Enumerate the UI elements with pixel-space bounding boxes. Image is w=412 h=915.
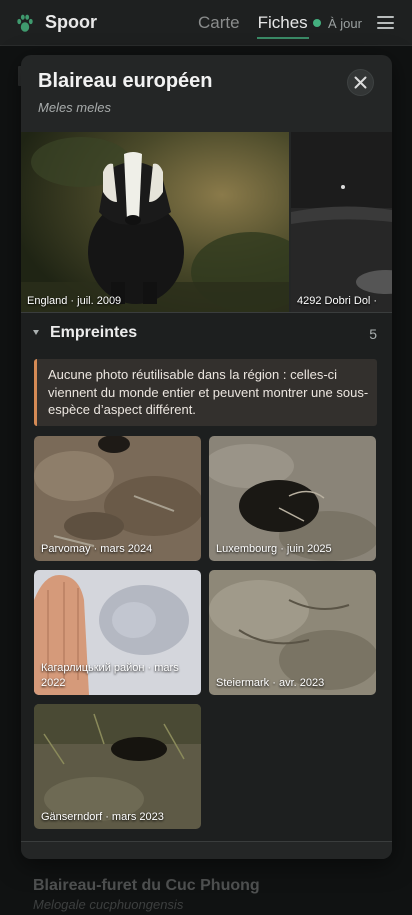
badger-photo	[21, 132, 289, 312]
tab-carte[interactable]: Carte	[197, 0, 241, 46]
tracks-count-badge: 5	[369, 326, 377, 342]
track-photo-caption: Steiermark · avr. 2023	[216, 676, 325, 689]
paw-print-icon	[17, 14, 33, 32]
gallery-photo[interactable]: 4292 Dobri Dol ·	[291, 132, 392, 312]
tracks-section-title: Empreintes	[50, 324, 138, 341]
gallery-photo[interactable]: England · juil. 2009	[21, 132, 289, 312]
track-photo-caption: Gänserndorf · mars 2023	[41, 810, 164, 823]
species-photo-gallery[interactable]: England · juil. 2009 4292 Dobri Dol ·	[21, 132, 392, 312]
close-icon	[354, 76, 367, 89]
panel-footer	[21, 842, 392, 859]
track-photo-caption: Parvomay · mars 2024	[41, 542, 153, 555]
tracks-section: Empreintes 5 Aucune photo réutilisable d…	[21, 312, 392, 842]
track-photo[interactable]: Gänserndorf · mars 2023	[34, 704, 201, 829]
tab-fiches[interactable]: Fiches	[256, 0, 309, 46]
species-scientific-name: Meles meles	[38, 100, 111, 115]
track-photo[interactable]: Luxembourg · juin 2025	[209, 436, 376, 561]
track-photo[interactable]: Кагарлицький район · mars 2022	[34, 570, 201, 695]
close-button[interactable]	[347, 69, 374, 96]
region-warning-note: Aucune photo réutilisable dans la région…	[34, 359, 377, 426]
species-title: Blaireau européen	[38, 70, 213, 92]
app-root: Blaireau-furet du Cuc Phuong Melogale cu…	[0, 0, 412, 915]
sync-status-label: À jour	[328, 15, 362, 31]
app-title: Spoor	[45, 12, 97, 32]
gallery-photo-caption: England · juil. 2009	[27, 295, 122, 307]
hamburger-menu-icon[interactable]	[377, 16, 394, 29]
track-photo-caption: Кагарлицький район · mars 2022	[41, 662, 179, 689]
main-nav: Carte Fiches	[197, 0, 325, 46]
track-photo[interactable]: Steiermark · avr. 2023	[209, 570, 376, 695]
caret-down-icon	[33, 330, 39, 335]
trailcam-photo	[291, 132, 392, 312]
species-detail-panel: Blaireau européen Meles meles England · …	[21, 55, 392, 859]
tracks-section-toggle[interactable]: Empreintes 5	[21, 313, 392, 355]
brand[interactable]: Spoor	[16, 12, 97, 34]
track-photo[interactable]: Parvomay · mars 2024	[34, 436, 201, 561]
sync-status: À jour	[313, 0, 362, 46]
track-photo-caption: Luxembourg · juin 2025	[216, 542, 332, 555]
top-bar: Spoor Carte Fiches À jour	[0, 0, 412, 46]
gallery-photo-caption: 4292 Dobri Dol ·	[297, 295, 378, 307]
status-dot-icon	[313, 19, 321, 27]
